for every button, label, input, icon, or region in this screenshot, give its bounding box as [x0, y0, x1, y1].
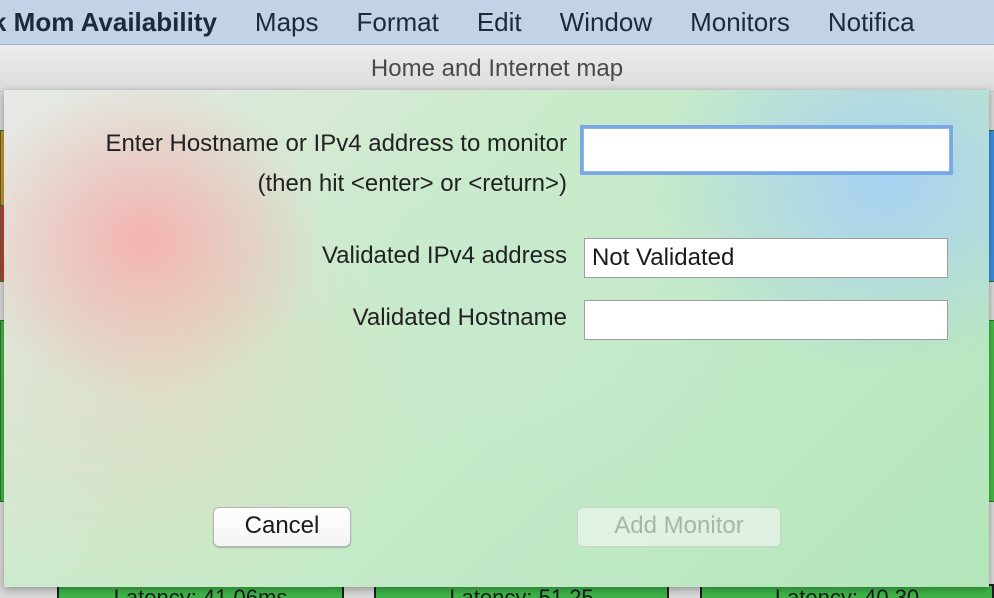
menu-format[interactable]: Format — [357, 7, 439, 38]
validated-hostname-field — [584, 300, 948, 340]
menu-maps[interactable]: Maps — [255, 7, 319, 38]
menu-notifications[interactable]: Notifica — [828, 7, 915, 38]
menu-monitors[interactable]: Monitors — [690, 7, 790, 38]
menu-edit[interactable]: Edit — [477, 7, 522, 38]
add-monitor-sheet: Enter Hostname or IPv4 address to monito… — [4, 90, 989, 587]
window-title: Home and Internet map — [0, 45, 994, 92]
menu-bar: k Mom Availability Maps Format Edit Wind… — [0, 0, 994, 45]
validated-hostname-label: Validated Hostname — [352, 304, 567, 331]
app-menu[interactable]: k Mom Availability — [0, 7, 217, 38]
validated-ip-field: Not Validated — [584, 238, 948, 278]
cancel-button[interactable]: Cancel — [213, 507, 351, 547]
add-monitor-button[interactable]: Add Monitor — [577, 507, 781, 547]
hostname-input-label: Enter Hostname or IPv4 address to monito… — [105, 130, 567, 157]
validated-ip-label: Validated IPv4 address — [321, 242, 567, 269]
hostname-input[interactable] — [583, 128, 950, 172]
menu-window[interactable]: Window — [560, 7, 652, 38]
hostname-input-hint: (then hit <enter> or <return>) — [257, 170, 567, 197]
